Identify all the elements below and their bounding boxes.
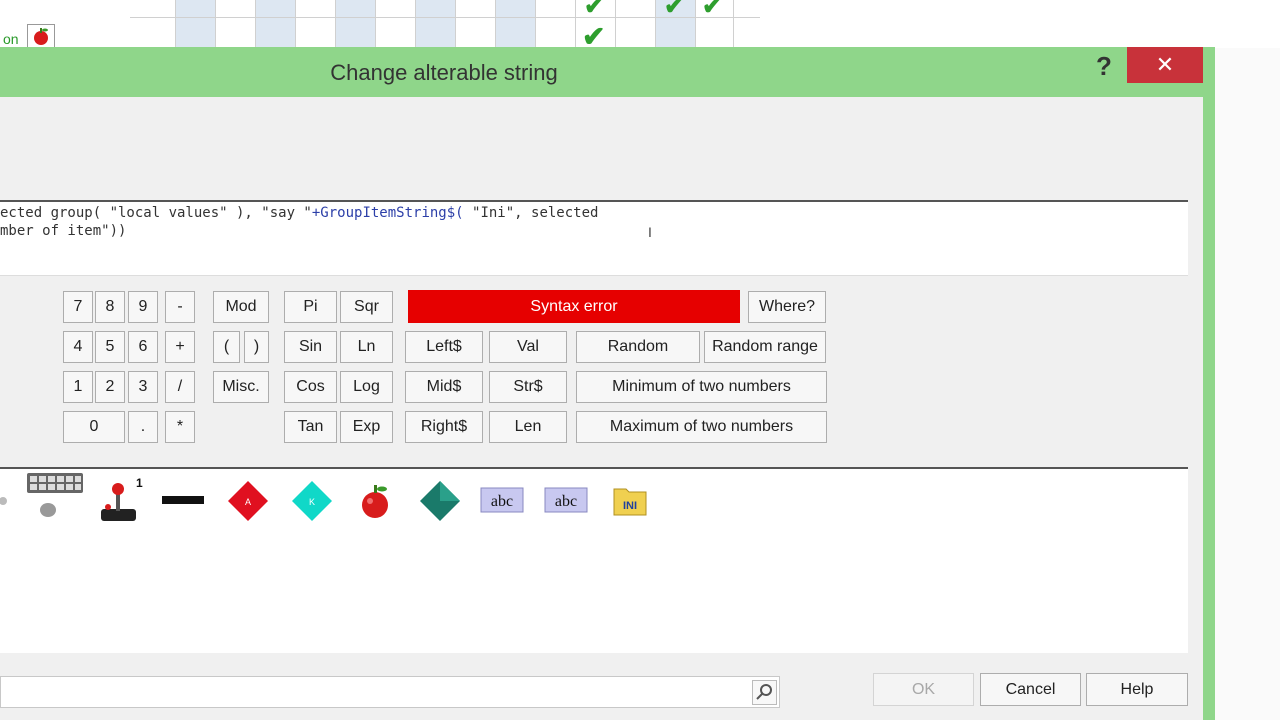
key-divide[interactable]: / (165, 371, 195, 403)
exp-button[interactable]: Exp (340, 411, 393, 443)
checkmark-icon: ✔ (664, 0, 685, 20)
expression-editor[interactable]: ected group( "local values" ), "say "+Gr… (0, 200, 1188, 276)
svg-text:A: A (245, 497, 251, 507)
ini-icon[interactable]: INI (612, 483, 648, 517)
joystick-icon[interactable]: 1 (100, 476, 146, 525)
object-panel: 1 A K abc abc INI (0, 467, 1188, 653)
background-panel (1215, 48, 1280, 720)
grid-cell[interactable] (496, 0, 536, 48)
len-button[interactable]: Len (489, 411, 567, 443)
grid-cell[interactable] (130, 0, 176, 48)
key-3[interactable]: 3 (128, 371, 158, 403)
grid-cell[interactable] (616, 0, 656, 48)
line-icon[interactable] (162, 481, 206, 525)
maximum-button[interactable]: Maximum of two numbers (576, 411, 827, 443)
mod-button[interactable]: Mod (213, 291, 269, 323)
cos-button[interactable]: Cos (284, 371, 337, 403)
event-grid: ✔ ✔ ✔ ✔ (0, 0, 760, 52)
misc-button[interactable]: Misc. (213, 371, 269, 403)
key-4[interactable]: 4 (63, 331, 93, 363)
title-bar[interactable]: Change alterable string ? ✕ (0, 47, 1215, 97)
help-button[interactable]: Help (1086, 673, 1188, 706)
change-alterable-string-dialog: Change alterable string ? ✕ ected group(… (0, 47, 1215, 720)
apple-icon (27, 24, 55, 48)
key-5[interactable]: 5 (95, 331, 125, 363)
expression-line-2: mber of item")) (0, 223, 127, 239)
search-icon[interactable] (752, 680, 777, 705)
grid-cell[interactable] (416, 0, 456, 48)
key-8[interactable]: 8 (95, 291, 125, 323)
checkmark-icon: ✔ (702, 0, 723, 20)
grid-cell[interactable] (536, 0, 576, 48)
partial-object-icon[interactable] (0, 481, 10, 525)
grid-cell[interactable] (456, 0, 496, 48)
minimum-button[interactable]: Minimum of two numbers (576, 371, 827, 403)
key-1[interactable]: 1 (63, 371, 93, 403)
random-range-button[interactable]: Random range (704, 331, 826, 363)
grid-cell[interactable] (336, 0, 376, 48)
cancel-button[interactable]: Cancel (980, 673, 1081, 706)
expression-line-1: ected group( "local values" ), "say "+Gr… (0, 205, 599, 221)
grid-cell[interactable] (296, 0, 336, 48)
row-label: on (3, 31, 19, 47)
key-6[interactable]: 6 (128, 331, 158, 363)
svg-text:abc: abc (491, 493, 513, 510)
apple-icon[interactable] (353, 479, 397, 523)
joystick-badge: 1 (136, 477, 143, 490)
dialog-title: Change alterable string (330, 60, 558, 85)
val-button[interactable]: Val (489, 331, 567, 363)
grid-cell[interactable] (176, 0, 216, 48)
key-dot[interactable]: . (128, 411, 158, 443)
red-diamond-icon[interactable]: A (226, 479, 270, 523)
string-icon-2[interactable]: abc (544, 485, 588, 529)
log-button[interactable]: Log (340, 371, 393, 403)
str-button[interactable]: Str$ (489, 371, 567, 403)
svg-text:INI: INI (623, 500, 637, 512)
left-button[interactable]: Left$ (405, 331, 483, 363)
key-7[interactable]: 7 (63, 291, 93, 323)
close-paren-button[interactable]: ) (244, 331, 269, 363)
dialog-client: ected group( "local values" ), "say "+Gr… (0, 97, 1203, 720)
ok-button[interactable]: OK (873, 673, 974, 706)
keyboard-mouse-icon[interactable] (26, 471, 84, 521)
syntax-status: Syntax error (408, 290, 740, 323)
mid-button[interactable]: Mid$ (405, 371, 483, 403)
search-input[interactable] (0, 676, 780, 708)
pi-button[interactable]: Pi (284, 291, 337, 323)
teal-diamond-icon[interactable] (418, 479, 462, 523)
random-button[interactable]: Random (576, 331, 700, 363)
grid-cell[interactable] (376, 0, 416, 48)
string-icon[interactable]: abc (480, 485, 524, 529)
svg-text:abc: abc (555, 493, 577, 510)
close-button[interactable]: ✕ (1127, 47, 1203, 83)
sqr-button[interactable]: Sqr (340, 291, 393, 323)
key-9[interactable]: 9 (128, 291, 158, 323)
key-multiply[interactable]: * (165, 411, 195, 443)
grid-cell[interactable] (256, 0, 296, 48)
key-plus[interactable]: + (165, 331, 195, 363)
ln-button[interactable]: Ln (340, 331, 393, 363)
where-button[interactable]: Where? (748, 291, 826, 323)
open-paren-button[interactable]: ( (213, 331, 240, 363)
tan-button[interactable]: Tan (284, 411, 337, 443)
sin-button[interactable]: Sin (284, 331, 337, 363)
checkmark-icon: ✔ (584, 0, 605, 20)
help-icon[interactable]: ? (1092, 51, 1116, 81)
text-cursor-icon: I (648, 224, 652, 240)
svg-text:K: K (309, 497, 315, 507)
key-2[interactable]: 2 (95, 371, 125, 403)
right-button[interactable]: Right$ (405, 411, 483, 443)
cyan-diamond-icon[interactable]: K (290, 479, 334, 523)
key-0[interactable]: 0 (63, 411, 125, 443)
key-minus[interactable]: - (165, 291, 195, 323)
grid-cell[interactable] (216, 0, 256, 48)
